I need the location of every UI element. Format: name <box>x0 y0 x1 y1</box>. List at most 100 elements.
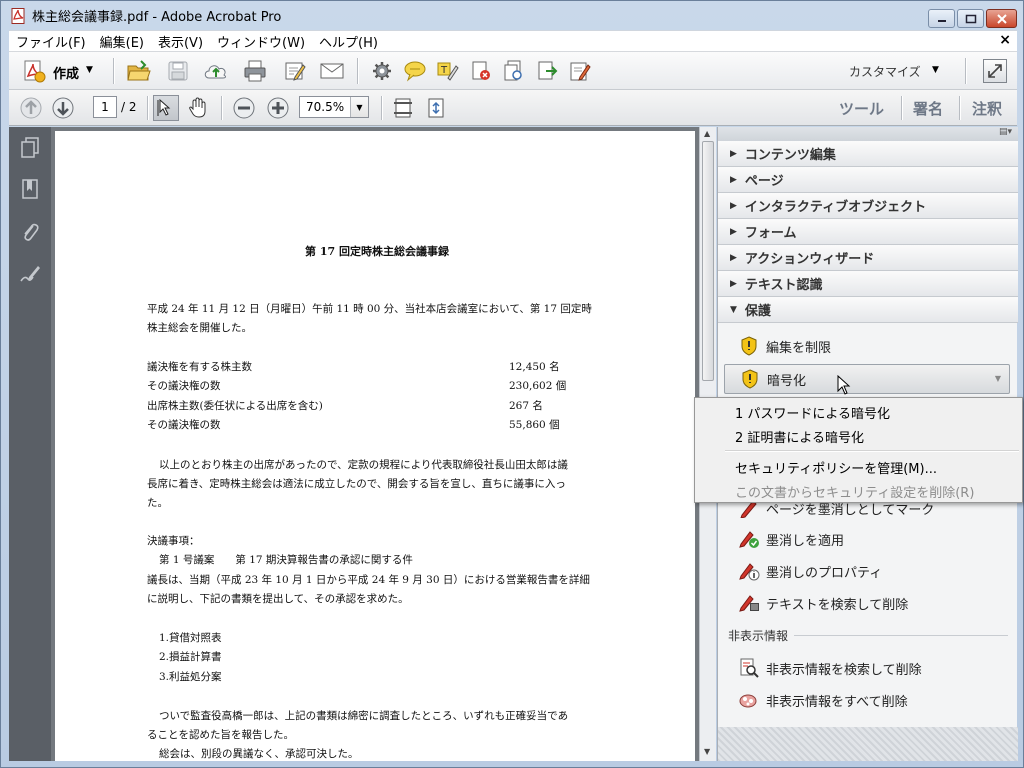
section-content-editing[interactable]: ▶ コンテンツ編集 <box>718 141 1018 167</box>
redact-properties-icon <box>738 560 760 582</box>
toolbar-separator <box>959 96 960 120</box>
section-text-recognition[interactable]: ▶ テキスト認識 <box>718 271 1018 297</box>
restrict-editing-item[interactable]: 編集を制限 <box>718 331 1018 361</box>
toolbar-separator <box>113 58 114 84</box>
email-icon[interactable] <box>317 58 347 84</box>
tools-pane-button[interactable]: ツール <box>839 98 884 119</box>
scrollbar-thumb[interactable] <box>702 141 714 381</box>
toolbar-separator <box>901 96 902 120</box>
list-item: 1.貸借対照表 <box>159 632 222 644</box>
delete-pages-icon[interactable] <box>468 58 494 84</box>
expand-arrow-icon: ▶ <box>730 252 737 263</box>
customize-dropdown-arrow-icon[interactable]: ▼ <box>932 65 939 75</box>
fullscreen-expand-icon[interactable] <box>983 59 1007 83</box>
scroll-up-arrow-icon[interactable]: ▲ <box>704 129 710 138</box>
window-title: 株主総会議事録.pdf - Adobe Acrobat Pro <box>32 10 282 25</box>
stat-label: 出席株主数(委任状による出席を含む) <box>147 400 323 412</box>
combine-files-icon[interactable] <box>501 58 527 84</box>
document-title: 第 17 回定時株主総会議事録 <box>305 245 449 258</box>
zoom-out-icon[interactable] <box>232 96 256 120</box>
close-window-button[interactable] <box>986 9 1017 28</box>
paragraph-line: 長席に着き、定時株主総会は適法に成立したので、開会する旨を宣し、直ちに議事に入っ <box>147 478 566 490</box>
toolbar-separator <box>147 96 148 120</box>
export-pdf-icon[interactable] <box>534 58 560 84</box>
toolbar-separator <box>357 58 358 84</box>
expand-arrow-icon: ▶ <box>730 148 737 159</box>
document-view[interactable]: 第 17 回定時株主総会議事録 平成 24 年 11 月 12 日（月曜日）午前… <box>51 127 699 761</box>
fit-width-scroll-icon[interactable] <box>423 95 449 121</box>
maximize-button[interactable] <box>957 9 984 28</box>
encrypt-item[interactable]: 暗号化 ▼ <box>724 364 1010 394</box>
scroll-down-arrow-icon[interactable]: ▼ <box>704 747 710 756</box>
search-and-remove-text-item[interactable]: テキストを検索して削除 <box>718 588 1018 618</box>
select-tool-icon[interactable] <box>153 95 179 121</box>
zoom-level-select[interactable]: 70.5% ▼ <box>299 96 369 118</box>
remove-all-hidden-item[interactable]: 非表示情報をすべて削除 <box>718 685 1018 715</box>
save-icon[interactable] <box>165 58 191 84</box>
find-remove-hidden-item[interactable]: 非表示情報を検索して削除 <box>718 653 1018 683</box>
page-number-input[interactable]: 1 <box>93 96 117 118</box>
panel-options-icon[interactable]: ▤▾ <box>999 127 1012 137</box>
paragraph-line: 以上のとおり株主の出席があったので、定款の規程により代表取締役社長山田太郎は議 <box>159 459 568 471</box>
sign-pane-button[interactable]: 署名 <box>913 98 943 119</box>
form-edit-icon[interactable] <box>566 58 594 84</box>
redact-apply-icon <box>738 528 760 550</box>
create-button-label[interactable]: 作成 <box>53 63 79 82</box>
menu-window[interactable]: ウィンドウ(W) <box>210 32 312 51</box>
section-label: テキスト認識 <box>744 278 823 293</box>
document-search-icon <box>738 657 760 679</box>
section-action-wizard[interactable]: ▶ アクションウィザード <box>718 245 1018 271</box>
menu-help[interactable]: ヘルプ(H) <box>312 32 385 51</box>
create-pdf-icon[interactable] <box>21 58 47 84</box>
title-bar[interactable]: 株主総会議事録.pdf - Adobe Acrobat Pro <box>1 1 1023 30</box>
edit-document-icon[interactable] <box>281 58 309 84</box>
highlight-text-icon[interactable]: T <box>434 58 462 84</box>
panel-footer <box>718 727 1018 761</box>
settings-gear-icon[interactable] <box>369 58 395 84</box>
previous-page-icon[interactable] <box>19 96 43 120</box>
attachments-paperclip-icon[interactable] <box>17 219 43 245</box>
redaction-properties-item[interactable]: 墨消しのプロパティ <box>718 556 1018 586</box>
menu-password-encryption[interactable]: 1 パスワードによる暗号化 <box>735 403 890 422</box>
close-document-icon[interactable]: × <box>999 32 1011 48</box>
pdf-app-icon <box>11 7 27 24</box>
next-page-icon[interactable] <box>51 96 75 120</box>
create-dropdown-arrow-icon[interactable]: ▼ <box>86 65 93 75</box>
search-and-remove-text-label: テキストを検索して削除 <box>766 597 909 613</box>
find-remove-hidden-label: 非表示情報を検索して削除 <box>766 662 922 678</box>
cloud-upload-icon[interactable] <box>202 58 230 84</box>
paragraph-line: ついで監査役高橋一郎は、上記の書類は綿密に調査したところ、いずれも正確妥当であ <box>159 710 569 722</box>
section-pages[interactable]: ▶ ページ <box>718 167 1018 193</box>
section-label: ページ <box>744 174 784 189</box>
menu-view[interactable]: 表示(V) <box>151 32 210 51</box>
comment-pane-button[interactable]: 注釈 <box>972 98 1002 119</box>
apply-redactions-item[interactable]: 墨消しを適用 <box>718 524 1018 554</box>
zoom-in-icon[interactable] <box>266 96 290 120</box>
signatures-pen-icon[interactable] <box>17 261 43 287</box>
open-folder-icon[interactable] <box>125 58 153 84</box>
menu-edit[interactable]: 編集(E) <box>93 32 151 51</box>
expand-arrow-icon: ▶ <box>730 278 737 289</box>
section-forms[interactable]: ▶ フォーム <box>718 219 1018 245</box>
print-icon[interactable] <box>241 58 269 84</box>
stat-value: 267 名 <box>509 400 543 412</box>
zoom-level-value: 70.5% <box>306 100 345 114</box>
menu-certificate-encryption[interactable]: 2 証明書による暗号化 <box>735 427 864 446</box>
fit-page-icon[interactable] <box>390 95 416 121</box>
resolutions-heading: 決議事項： <box>147 535 200 547</box>
customize-button[interactable]: カスタマイズ <box>849 63 921 80</box>
menu-manage-security-policies[interactable]: セキュリティポリシーを管理(M)... <box>735 458 937 477</box>
encrypt-dropdown-arrow-icon[interactable]: ▼ <box>995 374 1001 383</box>
section-interactive-objects[interactable]: ▶ インタラクティブオブジェクト <box>718 193 1018 219</box>
zoom-dropdown-arrow-icon[interactable]: ▼ <box>350 97 368 117</box>
minimize-button[interactable] <box>928 9 955 28</box>
page-thumbnails-icon[interactable] <box>17 135 43 161</box>
remove-all-hidden-label: 非表示情報をすべて削除 <box>766 694 908 710</box>
bookmarks-icon[interactable] <box>17 177 43 203</box>
stat-label: その議決権の数 <box>147 419 221 431</box>
hand-tool-icon[interactable] <box>185 95 211 121</box>
comment-bubble-icon[interactable] <box>401 58 429 84</box>
section-protection[interactable]: ▼ 保護 <box>718 297 1018 323</box>
menu-file[interactable]: ファイル(F) <box>9 32 93 51</box>
apply-redactions-label: 墨消しを適用 <box>766 533 845 549</box>
